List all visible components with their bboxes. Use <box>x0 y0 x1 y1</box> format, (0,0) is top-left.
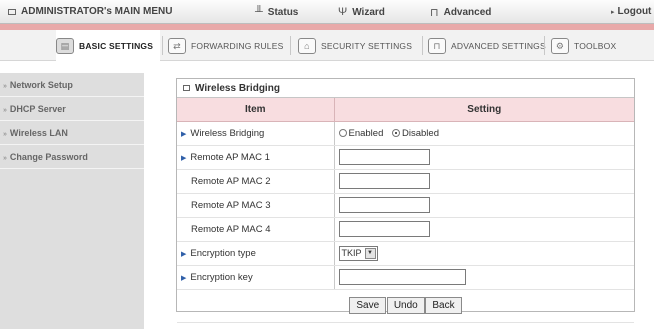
menu-box-icon <box>8 8 16 15</box>
main-menu-title[interactable]: ADMINISTRATOR's MAIN MENU <box>8 6 172 17</box>
tab-divider <box>544 36 545 55</box>
bullet-icon: » <box>3 155 7 162</box>
folder-icon: ▤ <box>56 37 74 54</box>
undo-button[interactable]: Undo <box>386 297 425 314</box>
sidebar-item-change-password[interactable]: » Change Password <box>0 145 144 169</box>
sidebar-item-dhcp-server[interactable]: » DHCP Server <box>0 97 144 121</box>
row-label-encryption-type: ▶ Encryption type <box>177 241 335 266</box>
row-label-mac3: Remote AP MAC 3 <box>177 193 335 218</box>
chevron-down-icon: ▼ <box>364 247 376 259</box>
row-label-mac1: ▶ Remote AP MAC 1 <box>177 145 335 170</box>
tab-divider <box>422 36 423 55</box>
tab-bar: ▤ BASIC SETTINGS ⇄ FORWARDING RULES ⌂ SE… <box>0 30 654 61</box>
panel-title: Wireless Bridging <box>177 79 634 98</box>
top-menu-bar: ADMINISTRATOR's MAIN MENU ╨ Status Ψ Wiz… <box>0 0 654 24</box>
remote-ap-mac4-input[interactable] <box>338 221 430 237</box>
button-row: Save Undo Back <box>177 289 634 323</box>
back-button[interactable]: Back <box>425 297 462 314</box>
remote-ap-mac3-input[interactable] <box>338 197 430 213</box>
bullet-icon: » <box>3 131 7 138</box>
bullet-icon: » <box>3 107 7 114</box>
logout-arrow-icon: ▸ <box>611 8 615 16</box>
remote-ap-mac2-input[interactable] <box>338 173 430 189</box>
wireless-bridging-panel: Wireless Bridging Item Setting ▶ Wireless… <box>176 78 635 323</box>
tab-divider <box>162 36 163 55</box>
table-row: ▶ Wireless Bridging Enabled Disabled <box>177 121 634 146</box>
advanced-icon: ⊓ <box>428 37 446 54</box>
column-header-setting: Setting <box>334 98 634 122</box>
table-row: ▶ Encryption key <box>177 265 634 290</box>
row-label-bridging: ▶ Wireless Bridging <box>177 121 335 146</box>
encryption-type-select[interactable]: TKIP ▼ <box>338 245 378 261</box>
table-row: Remote AP MAC 4 <box>177 217 634 242</box>
advanced-link[interactable]: ⊓ Advanced <box>430 6 491 19</box>
sidebar-item-wireless-lan[interactable]: » Wireless LAN <box>0 121 144 145</box>
tab-basic-settings[interactable]: ▤ BASIC SETTINGS <box>56 30 160 61</box>
encryption-key-input[interactable] <box>338 269 466 285</box>
table-row: Remote AP MAC 3 <box>177 193 634 218</box>
table-row: Remote AP MAC 2 <box>177 169 634 194</box>
tab-advanced-settings[interactable]: ⊓ ADVANCED SETTINGS <box>428 30 546 61</box>
forward-icon: ⇄ <box>168 37 186 54</box>
table-row: ▶ Encryption type TKIP ▼ <box>177 241 634 266</box>
radio-enabled[interactable] <box>338 128 347 137</box>
tab-divider <box>290 36 291 55</box>
toolbox-icon: ⚙ <box>551 37 569 54</box>
wizard-link[interactable]: Ψ Wizard <box>338 6 385 18</box>
radio-enabled-label: Enabled <box>348 127 384 139</box>
save-button[interactable]: Save <box>349 297 387 314</box>
status-link[interactable]: ╨ Status <box>255 6 298 18</box>
row-label-mac2: Remote AP MAC 2 <box>177 169 335 194</box>
column-header-item: Item <box>177 98 335 122</box>
arrow-icon: ▶ <box>181 274 187 282</box>
wizard-icon: Ψ <box>338 6 348 18</box>
arrow-icon: ▶ <box>181 130 187 138</box>
tab-toolbox[interactable]: ⚙ TOOLBOX <box>551 30 616 61</box>
radio-disabled[interactable] <box>392 128 401 137</box>
panel-box-icon <box>183 85 190 91</box>
status-icon: ╨ <box>255 6 263 18</box>
sidebar: » Network Setup » DHCP Server » Wireless LA… <box>0 73 144 329</box>
sidebar-item-network-setup[interactable]: » Network Setup <box>0 73 144 97</box>
row-label-mac4: Remote AP MAC 4 <box>177 217 335 242</box>
bullet-icon: » <box>3 83 7 90</box>
arrow-icon: ▶ <box>181 250 187 258</box>
row-label-encryption-key: ▶ Encryption key <box>177 265 335 290</box>
advanced-icon: ⊓ <box>430 7 439 19</box>
settings-table: Item Setting ▶ Wireless Bridging Enabled … <box>177 98 634 323</box>
logout-link[interactable]: ▸ Logout <box>611 6 651 17</box>
tab-forwarding-rules[interactable]: ⇄ FORWARDING RULES <box>168 30 283 61</box>
arrow-icon: ▶ <box>181 154 187 162</box>
tab-security-settings[interactable]: ⌂ SECURITY SETTINGS <box>298 30 412 61</box>
table-row: ▶ Remote AP MAC 1 <box>177 145 634 170</box>
radio-disabled-label: Disabled <box>402 127 439 139</box>
remote-ap-mac1-input[interactable] <box>338 149 430 165</box>
security-icon: ⌂ <box>298 37 316 54</box>
